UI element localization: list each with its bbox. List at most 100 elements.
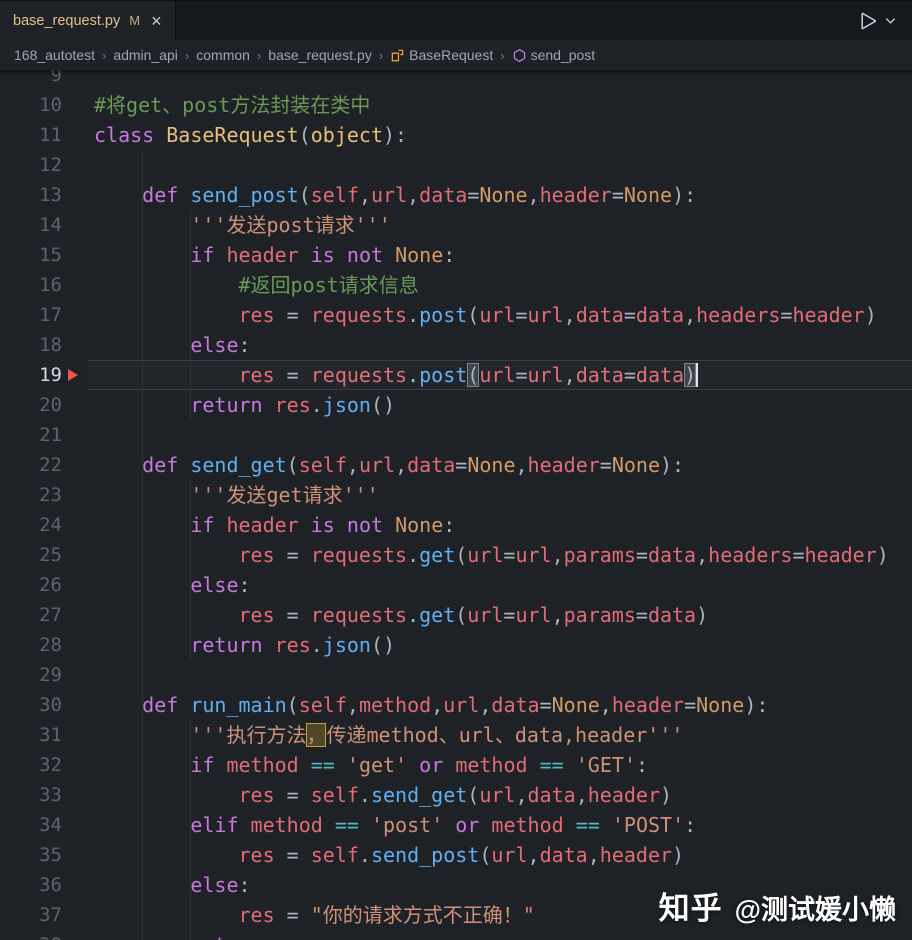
text-cursor [696, 363, 699, 387]
code-line-13[interactable]: 13 def send_post(self,url,data=None,head… [0, 180, 912, 210]
code-text: if method == 'get' or method == 'GET': [190, 753, 649, 777]
code-line-19[interactable]: 19 res = requests.post(url=url,data=data… [0, 360, 912, 390]
code-line-28[interactable]: 28 return res.json() [0, 630, 912, 660]
code-line-14[interactable]: 14 '''发送post请求''' [0, 210, 912, 240]
breadcrumb-item-label: send_post [530, 47, 596, 63]
code-line-30[interactable]: 30 def run_main(self,method,url,data=Non… [0, 690, 912, 720]
line-number[interactable]: 28 [0, 630, 62, 660]
line-number[interactable]: 12 [0, 150, 62, 180]
code-text: def send_get(self,url,data=None,header=N… [142, 453, 685, 477]
breadcrumb-item-label: BaseRequest [409, 47, 494, 63]
line-number[interactable]: 13 [0, 180, 62, 210]
code-line-27[interactable]: 27 res = requests.get(url=url,params=dat… [0, 600, 912, 630]
line-number[interactable]: 38 [0, 930, 62, 940]
breadcrumb-item-168-autotest[interactable]: 168_autotest [14, 47, 95, 63]
line-number[interactable]: 22 [0, 450, 62, 480]
breadcrumb-item-common[interactable]: common [196, 47, 250, 63]
watermark: 知乎 @测试媛小懒 [659, 883, 896, 928]
line-number[interactable]: 35 [0, 840, 62, 870]
breadcrumb-item-label: admin_api [113, 47, 178, 63]
code-text: #返回post请求信息 [238, 273, 419, 297]
watermark-handle: @测试媛小懒 [734, 895, 896, 925]
line-number[interactable]: 36 [0, 870, 62, 900]
code-line-17[interactable]: 17 res = requests.post(url=url,data=data… [0, 300, 912, 330]
code-line-9[interactable]: 9 [0, 70, 912, 90]
code-line-15[interactable]: 15 if header is not None: [0, 240, 912, 270]
line-number[interactable]: 14 [0, 210, 62, 240]
code-line-18[interactable]: 18 else: [0, 330, 912, 360]
tab-bar: base_request.py M × [0, 0, 912, 40]
code-text: elif method == 'post' or method == 'POST… [190, 813, 697, 837]
code-text: #将get、post方法封装在类中 [94, 93, 371, 117]
code-text: '''发送get请求''' [190, 483, 379, 507]
line-number[interactable]: 29 [0, 660, 62, 690]
breadcrumb-item-base-request-py[interactable]: base_request.py [268, 47, 372, 63]
line-number[interactable]: 23 [0, 480, 62, 510]
code-text: def send_post(self,url,data=None,header=… [142, 183, 697, 207]
code-line-23[interactable]: 23 '''发送get请求''' [0, 480, 912, 510]
run-button-icon[interactable] [854, 8, 880, 34]
line-number[interactable]: 9 [0, 70, 62, 90]
symbol-method-icon [512, 48, 527, 63]
line-number[interactable]: 10 [0, 90, 62, 120]
line-number[interactable]: 24 [0, 510, 62, 540]
code-line-24[interactable]: 24 if header is not None: [0, 510, 912, 540]
code-line-38[interactable]: 38 return res [0, 930, 912, 940]
line-number[interactable]: 17 [0, 300, 62, 330]
code-text: if header is not None: [190, 243, 456, 267]
editor-actions [854, 1, 912, 40]
code-text: else: [190, 333, 251, 357]
line-number[interactable]: 37 [0, 900, 62, 930]
line-number[interactable]: 18 [0, 330, 62, 360]
code-line-25[interactable]: 25 res = requests.get(url=url,params=dat… [0, 540, 912, 570]
line-number[interactable]: 27 [0, 600, 62, 630]
line-number[interactable]: 15 [0, 240, 62, 270]
code-line-10[interactable]: 10 #将get、post方法封装在类中 [0, 90, 912, 120]
breadcrumb-item-admin-api[interactable]: admin_api [113, 47, 178, 63]
code-editor[interactable]: 9 10 #将get、post方法封装在类中 11 class BaseRequest(… [0, 70, 912, 940]
line-number[interactable]: 34 [0, 810, 62, 840]
code-text: res = requests.get(url=url,params=data,h… [238, 543, 889, 567]
code-line-29[interactable]: 29 [0, 660, 912, 690]
line-number[interactable]: 26 [0, 570, 62, 600]
code-line-16[interactable]: 16 #返回post请求信息 [0, 270, 912, 300]
code-line-35[interactable]: 35 res = self.send_post(url,data,header) [0, 840, 912, 870]
code-text: def run_main(self,method,url,data=None,h… [142, 693, 769, 717]
line-number[interactable]: 21 [0, 420, 62, 450]
code-text: class BaseRequest(object): [94, 123, 408, 147]
code-line-20[interactable]: 20 return res.json() [0, 390, 912, 420]
line-number[interactable]: 30 [0, 690, 62, 720]
code-line-21[interactable]: 21 [0, 420, 912, 450]
run-dropdown-chevron-icon[interactable] [881, 11, 900, 30]
code-line-22[interactable]: 22 def send_get(self,url,data=None,heade… [0, 450, 912, 480]
code-text: else: [190, 873, 251, 897]
line-number[interactable]: 19 [0, 360, 62, 390]
tab-close-icon[interactable]: × [151, 12, 162, 30]
git-modified-badge: M [129, 13, 141, 28]
line-number[interactable]: 11 [0, 120, 62, 150]
code-line-11[interactable]: 11 class BaseRequest(object): [0, 120, 912, 150]
line-number[interactable]: 32 [0, 750, 62, 780]
code-text: res = self.send_get(url,data,header) [238, 783, 673, 807]
line-number[interactable]: 31 [0, 720, 62, 750]
code-text: res = requests.post(url=url,data=data,he… [238, 303, 877, 327]
code-text: res = requests.post(url=url,data=data) [238, 363, 699, 387]
tab-base-request-py[interactable]: base_request.py M × [0, 1, 176, 40]
code-text: '''执行方法，传递method、url、data,header''' [190, 723, 684, 747]
breadcrumb-item-baserequest[interactable]: BaseRequest [390, 47, 493, 63]
line-number[interactable]: 16 [0, 270, 62, 300]
code-line-34[interactable]: 34 elif method == 'post' or method == 'P… [0, 810, 912, 840]
code-line-26[interactable]: 26 else: [0, 570, 912, 600]
breadcrumb-separator: › [500, 47, 505, 63]
breadcrumb-separator: › [378, 47, 384, 63]
code-line-31[interactable]: 31 '''执行方法，传递method、url、data,header''' [0, 720, 912, 750]
code-line-32[interactable]: 32 if method == 'get' or method == 'GET'… [0, 750, 912, 780]
code-line-12[interactable]: 12 [0, 150, 912, 180]
code-text: return res [94, 930, 310, 940]
breadcrumb-item-send-post[interactable]: send_post [512, 47, 596, 63]
line-number[interactable]: 25 [0, 540, 62, 570]
line-number[interactable]: 33 [0, 780, 62, 810]
code-line-33[interactable]: 33 res = self.send_get(url,data,header) [0, 780, 912, 810]
line-number[interactable]: 20 [0, 390, 62, 420]
code-text: res = "你的请求方式不正确！" [238, 903, 535, 927]
